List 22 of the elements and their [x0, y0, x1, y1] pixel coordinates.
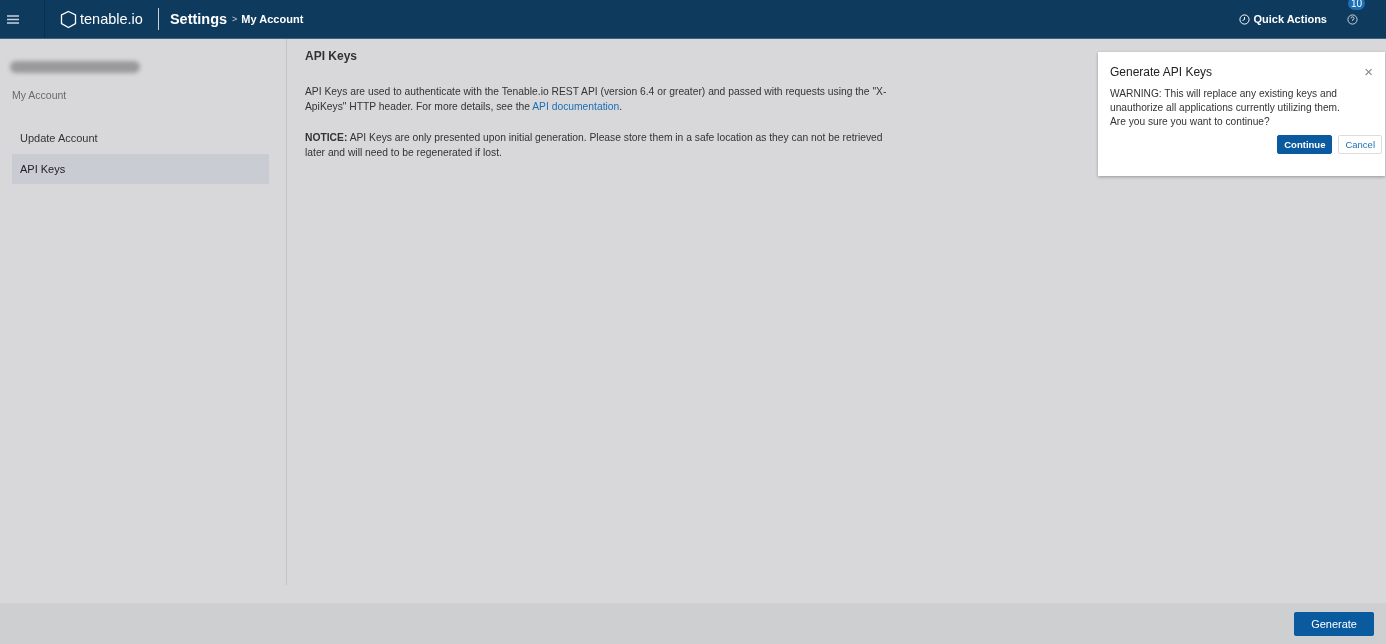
section-heading: API Keys [305, 49, 359, 63]
continue-button[interactable]: Continue [1277, 135, 1333, 154]
close-button[interactable]: × [1364, 64, 1373, 79]
logo-text[interactable]: tenable.io [80, 11, 143, 27]
section-title[interactable]: Settings [169, 11, 228, 27]
breadcrumb[interactable]: My Account [241, 13, 304, 25]
sidebar-item[interactable]: Update Account [12, 123, 269, 153]
dialog-message: WARNING: This will replace any existing keys and unauthorize all applications currently utilizing them. Are you sure you want to continue? [1110, 87, 1341, 129]
help-icon[interactable] [1347, 13, 1358, 25]
dialog-title: Generate API Keys [1110, 64, 1213, 79]
notice-paragraph: NOTICE: API Keys are only presented upon initial generation. Please store them in a safe location as they can not be retrieved later and will need to be regenerated if lost. [305, 131, 884, 160]
hexagon-logo-icon [59, 9, 78, 29]
quick-actions-button[interactable]: Quick Actions [1239, 13, 1327, 25]
intro-paragraph: API Keys are used to authenticate with the Tenable.io REST API (version 6.4 or greater) and passed with requests using the "X-ApiKeys" HTTP header. For more details, see the API documentation. [305, 85, 888, 114]
cancel-button[interactable]: Cancel [1338, 135, 1382, 154]
sidebar-item[interactable]: API Keys [12, 154, 269, 184]
generate-button[interactable]: Generate [1294, 611, 1374, 636]
account-subtitle: My Account [12, 89, 68, 101]
menu-icon[interactable] [7, 14, 19, 24]
notification-badge: 10 [1348, 0, 1366, 10]
breadcrumb-separator: > [232, 14, 238, 24]
clock-icon [1239, 13, 1251, 25]
